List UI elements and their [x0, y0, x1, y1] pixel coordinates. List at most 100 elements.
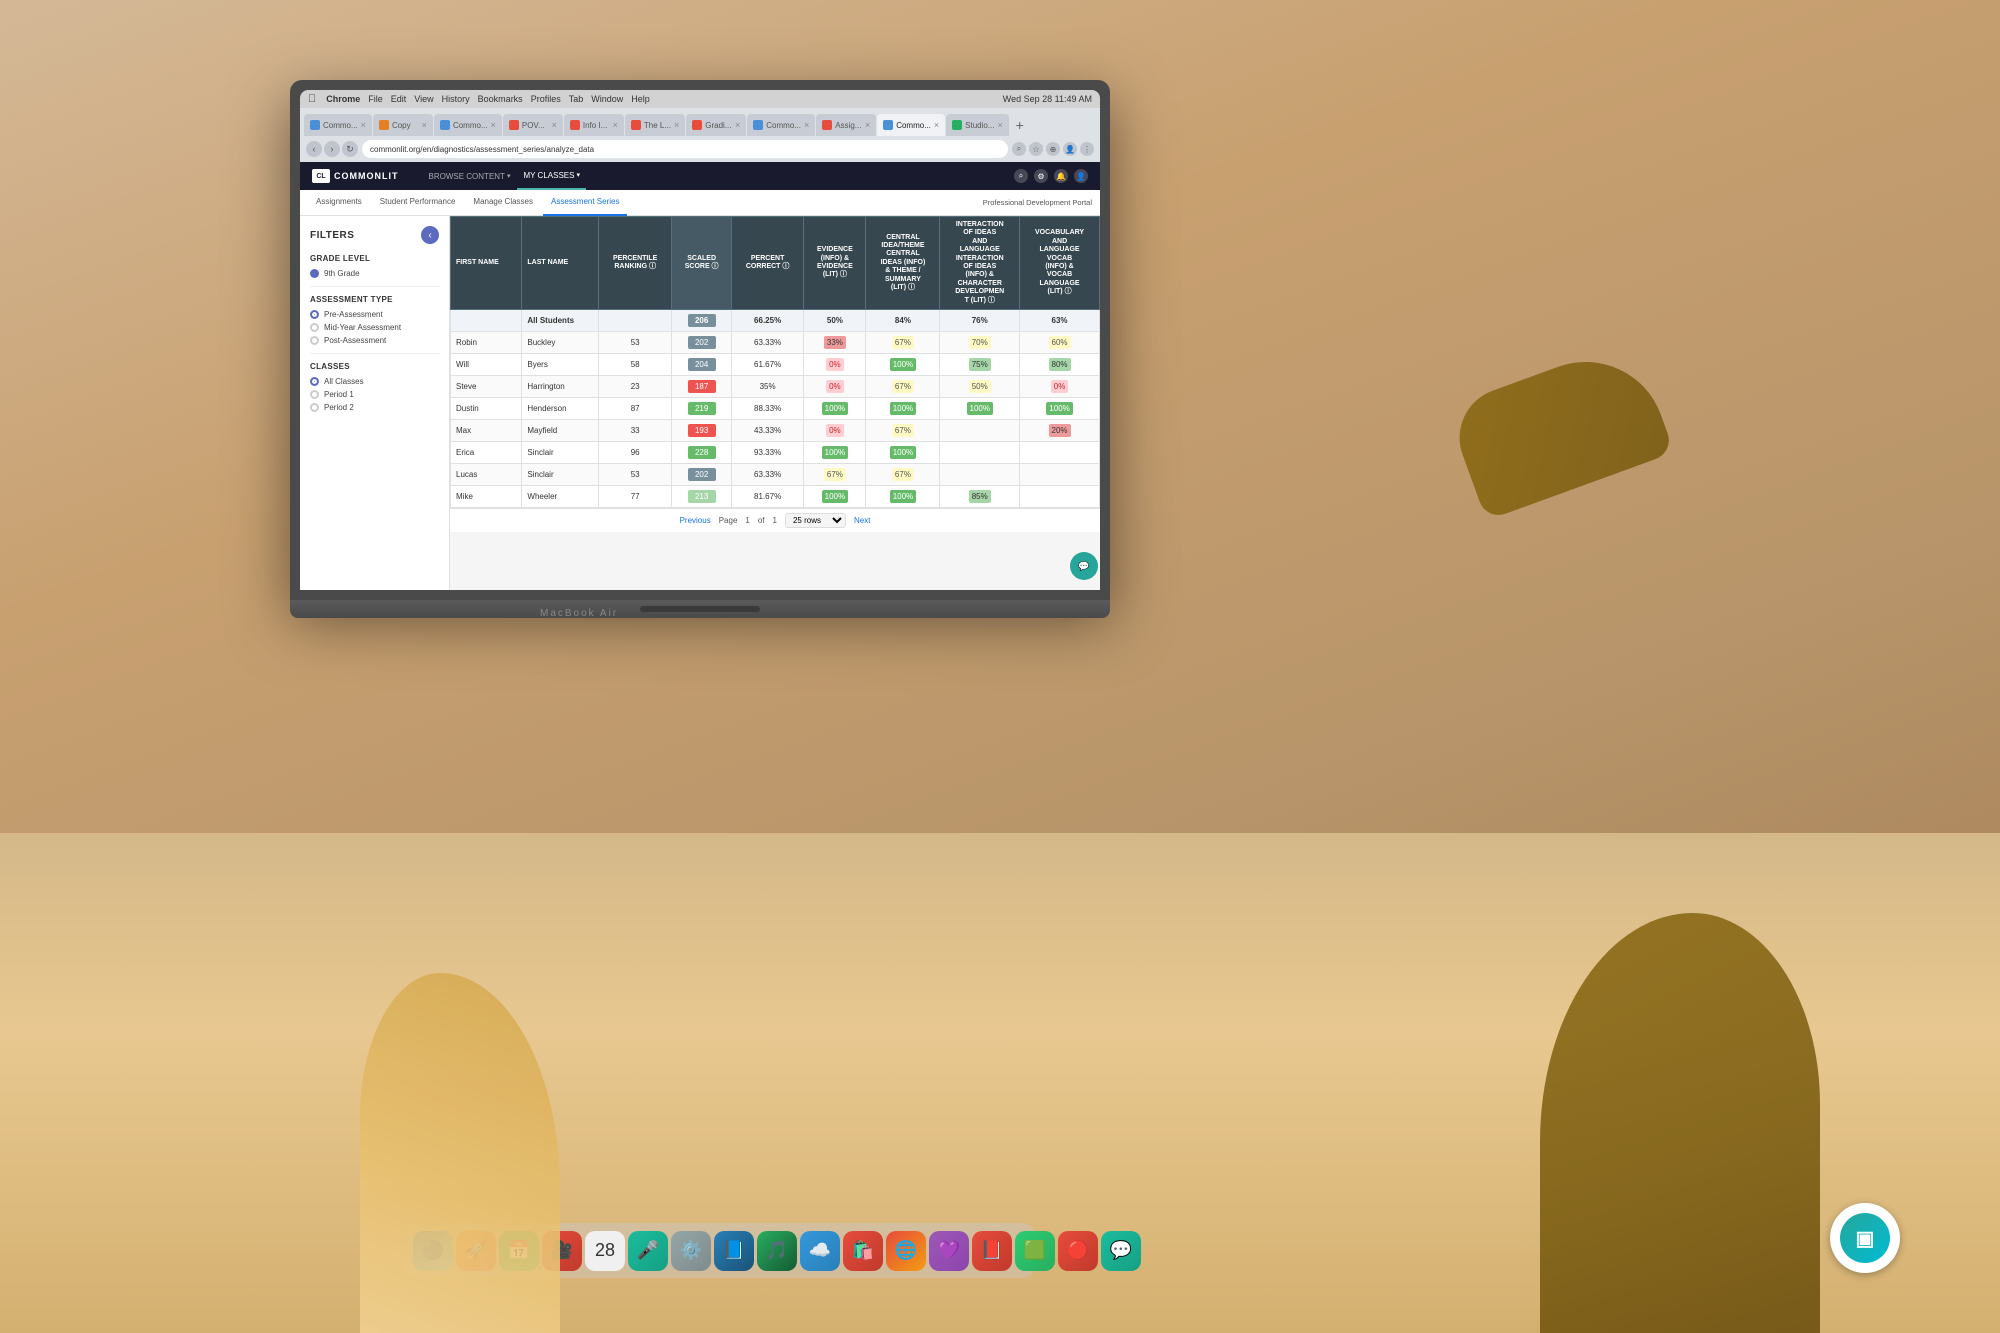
- menu-view[interactable]: View: [414, 94, 433, 104]
- back-button[interactable]: ‹: [306, 141, 322, 157]
- tab-studio-close[interactable]: ×: [998, 120, 1003, 130]
- tab-assig-close[interactable]: ×: [865, 120, 870, 130]
- reload-button[interactable]: ↻: [342, 141, 358, 157]
- nav-browse-content[interactable]: BROWSE CONTENT ▾: [423, 162, 517, 190]
- help-button[interactable]: 💬: [1070, 552, 1098, 580]
- filter-post-assessment[interactable]: Post-Assessment: [310, 336, 439, 345]
- tab-3-close[interactable]: ×: [491, 120, 496, 130]
- menu-edit[interactable]: Edit: [391, 94, 407, 104]
- forward-button[interactable]: ›: [324, 141, 340, 157]
- row-buckley-scaled: 202: [672, 331, 732, 353]
- subnav-manage-classes[interactable]: Manage Classes: [465, 190, 541, 216]
- browser-search-icon[interactable]: ⌕: [1012, 142, 1026, 156]
- dock-icon-messages[interactable]: 💬: [1101, 1231, 1141, 1271]
- th-central-idea[interactable]: CENTRALIDEA/THEMECENTRALIDEAS (INFO)& TH…: [866, 217, 940, 310]
- row-henderson-scaled: 219: [672, 397, 732, 419]
- subnav-student-perf[interactable]: Student Performance: [372, 190, 464, 216]
- filter-all-classes[interactable]: All Classes: [310, 377, 439, 386]
- subnav-assignments[interactable]: Assignments: [308, 190, 370, 216]
- tab-assig[interactable]: Assig... ×: [816, 114, 876, 136]
- menu-help[interactable]: Help: [631, 94, 650, 104]
- dock-icon-chrome[interactable]: 🌐: [886, 1231, 926, 1271]
- extension-icon[interactable]: ⊕: [1046, 142, 1060, 156]
- radio-period1[interactable]: [310, 390, 319, 399]
- tab-gradi-close[interactable]: ×: [735, 120, 740, 130]
- nav-my-classes[interactable]: MY CLASSES ▾: [517, 162, 586, 190]
- menu-chrome[interactable]: Chrome: [326, 94, 360, 104]
- tab-active[interactable]: Commo... ×: [877, 114, 945, 136]
- tab-1[interactable]: Commo... ×: [304, 114, 372, 136]
- all-students-row: All Students 206 66.25% 50% 84% 76%: [451, 309, 1100, 331]
- th-scaled-score[interactable]: SCALEDSCORE ⓘ: [672, 217, 732, 310]
- professional-dev-portal[interactable]: Professional Development Portal: [983, 198, 1092, 207]
- profile-icon[interactable]: 👤: [1063, 142, 1077, 156]
- dock-icon-appstore[interactable]: 🛍️: [843, 1231, 883, 1271]
- menu-history[interactable]: History: [442, 94, 470, 104]
- more-icon[interactable]: ⋮: [1080, 142, 1094, 156]
- tab-info[interactable]: Info I... ×: [564, 114, 624, 136]
- tab-1-close[interactable]: ×: [361, 120, 366, 130]
- tab-the[interactable]: The L... ×: [625, 114, 685, 136]
- radio-post-assessment[interactable]: [310, 336, 319, 345]
- th-percent-correct[interactable]: PERCENTCORRECT ⓘ: [731, 217, 803, 310]
- nav-buttons: ‹ › ↻: [306, 141, 358, 157]
- tab-the-close[interactable]: ×: [674, 120, 679, 130]
- th-percentile[interactable]: PERCENTILERANKING ⓘ: [598, 217, 671, 310]
- new-tab-button[interactable]: +: [1010, 114, 1030, 136]
- dock-icon-word[interactable]: 📘: [714, 1231, 754, 1271]
- next-btn[interactable]: Next: [854, 516, 870, 525]
- menu-file[interactable]: File: [368, 94, 383, 104]
- notify-btn[interactable]: 🔔: [1054, 169, 1068, 183]
- address-bar[interactable]: commonlit.org/en/diagnostics/assessment_…: [362, 140, 1008, 158]
- filter-pre-assessment[interactable]: Pre-Assessment: [310, 310, 439, 319]
- mayfield-central-cell: 67%: [892, 424, 914, 437]
- dock-icon-acrobat[interactable]: 📕: [972, 1231, 1012, 1271]
- apple-menu[interactable]: : [308, 93, 316, 105]
- tab-studio[interactable]: Studio... ×: [946, 114, 1009, 136]
- th-first-name[interactable]: FIRST NAME: [451, 217, 522, 310]
- tab-pov[interactable]: POV... ×: [503, 114, 563, 136]
- th-evidence[interactable]: EVIDENCE(INFO) &EVIDENCE(LIT) ⓘ: [804, 217, 866, 310]
- menu-bookmarks[interactable]: Bookmarks: [478, 94, 523, 104]
- th-vocab[interactable]: VOCABULARYANDLANGUAGEVOCAB(INFO) &VOCABL…: [1020, 217, 1100, 310]
- radio-pre-assessment[interactable]: [310, 310, 319, 319]
- tab-gradi-label: Gradi...: [705, 121, 731, 130]
- filter-mid-year[interactable]: Mid-Year Assessment: [310, 323, 439, 332]
- settings-btn[interactable]: ⚙: [1034, 169, 1048, 183]
- search-btn[interactable]: ⌕: [1014, 169, 1028, 183]
- dock-icon-settings[interactable]: ⚙️: [671, 1231, 711, 1271]
- tab-copy-close[interactable]: ×: [422, 120, 427, 130]
- radio-period2[interactable]: [310, 403, 319, 412]
- tab-pov-close[interactable]: ×: [552, 120, 557, 130]
- th-interaction[interactable]: INTERACTIONOF IDEASANDLANGUAGEINTERACTIO…: [940, 217, 1020, 310]
- tab-info-close[interactable]: ×: [613, 120, 618, 130]
- previous-btn[interactable]: Previous: [680, 516, 711, 525]
- profile-btn[interactable]: 👤: [1074, 169, 1088, 183]
- dock-icon-cloud[interactable]: ☁️: [800, 1231, 840, 1271]
- tab-commo2-close[interactable]: ×: [804, 120, 809, 130]
- dock-icon-spotify[interactable]: 🎵: [757, 1231, 797, 1271]
- menu-tab[interactable]: Tab: [569, 94, 584, 104]
- rows-per-page[interactable]: 25 rows 50 rows 100 rows: [785, 513, 846, 528]
- menu-window[interactable]: Window: [591, 94, 623, 104]
- subnav-assessment-series[interactable]: Assessment Series: [543, 190, 627, 216]
- tab-active-close[interactable]: ×: [934, 120, 939, 130]
- menu-profiles[interactable]: Profiles: [531, 94, 561, 104]
- bookmark-icon[interactable]: ☆: [1029, 142, 1043, 156]
- tab-commo2[interactable]: Commo... ×: [747, 114, 815, 136]
- tab-3[interactable]: Commo... ×: [434, 114, 502, 136]
- filter-period1[interactable]: Period 1: [310, 390, 439, 399]
- tab-copy[interactable]: Copy ×: [373, 114, 433, 136]
- radio-all-classes[interactable]: [310, 377, 319, 386]
- dock-icon-zoom[interactable]: 🎤: [628, 1231, 668, 1271]
- tab-gradi[interactable]: Gradi... ×: [686, 114, 746, 136]
- filters-collapse-btn[interactable]: ‹: [421, 226, 439, 244]
- dock-icon-green[interactable]: 🟩: [1015, 1231, 1055, 1271]
- dock-icon-slack[interactable]: 💜: [929, 1231, 969, 1271]
- dock-icon-date[interactable]: 28: [585, 1231, 625, 1271]
- th-last-name[interactable]: LAST NAME: [522, 217, 599, 310]
- radio-mid-year[interactable]: [310, 323, 319, 332]
- dock-icon-red[interactable]: 🔴: [1058, 1231, 1098, 1271]
- tab-info-label: Info I...: [583, 121, 607, 130]
- filter-period2[interactable]: Period 2: [310, 403, 439, 412]
